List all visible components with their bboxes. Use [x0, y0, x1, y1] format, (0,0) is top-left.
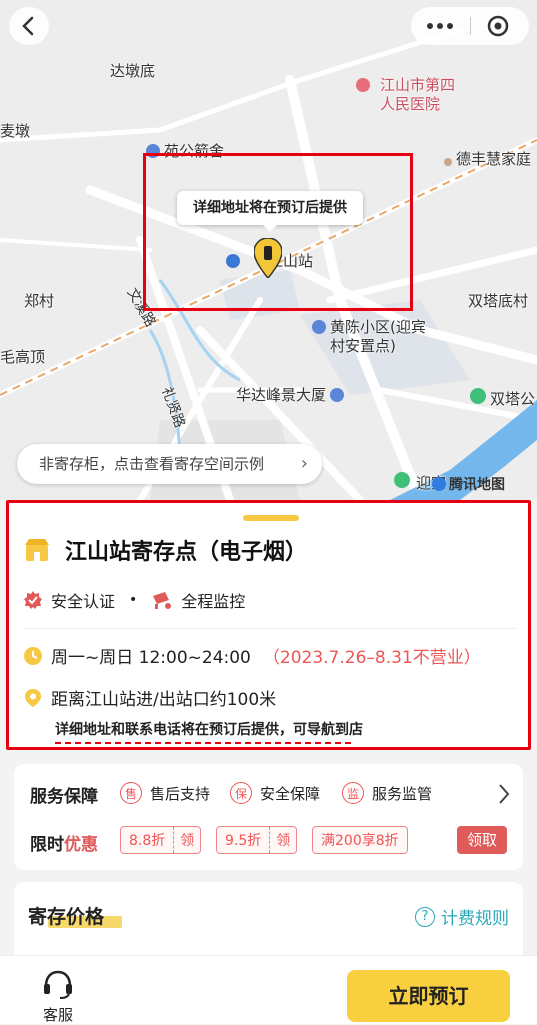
hospital-label: 江山市第四 人民医院	[356, 76, 455, 113]
camera-icon	[153, 592, 172, 609]
building-icon	[330, 388, 345, 402]
service-label: 服务保障	[30, 787, 98, 807]
back-button[interactable]	[9, 7, 49, 45]
address-note: 详细地址和联系电话将在预订后提供，可导航到店	[55, 722, 363, 738]
map-label: 毛高顶	[0, 348, 46, 366]
coupon[interactable]: 9.5折领	[216, 826, 298, 854]
highlight-box	[143, 153, 413, 311]
hospital-icon	[356, 78, 370, 92]
location-icon	[25, 688, 41, 707]
miniprogram-capsule	[411, 7, 529, 45]
book-now-button[interactable]: 立即预订	[347, 970, 510, 1022]
close-miniprogram-icon[interactable]	[487, 15, 509, 37]
closed-note: （2023.7.26–8.31不营业）	[262, 648, 481, 668]
chevron-right-icon[interactable]	[497, 782, 511, 806]
service-item: 售售后支持	[120, 782, 210, 804]
coupon[interactable]: 8.8折领	[120, 826, 202, 854]
distance-row: 距离江山站进/出站口约100米	[23, 685, 276, 710]
customer-service-label: 客服	[42, 1006, 73, 1024]
store-info-card: 江山站寄存点（电子烟） 安全认证 • 全程监控 周一~周日 12:00~24:0…	[6, 500, 531, 750]
map-label: 德丰慧家庭	[444, 148, 531, 169]
building-icon	[312, 320, 326, 334]
fee-rules-link[interactable]: ? 计费规则	[415, 904, 509, 929]
distance-text: 距离江山站进/出站口约100米	[51, 690, 277, 710]
map-label: 达墩底	[110, 62, 156, 80]
map-label: 郑村	[24, 292, 55, 310]
cabinet-example-link[interactable]: 非寄存柜，点击查看寄存空间示例 ›	[17, 444, 322, 484]
chevron-left-icon	[22, 16, 34, 36]
store-badges: 安全认证 • 全程监控	[23, 588, 245, 612]
hours-row: 周一~周日 12:00~24:00 （2023.7.26–8.31不营业）	[23, 643, 481, 668]
price-title: 寄存价格	[28, 906, 105, 928]
map-label: 双塔底村	[468, 292, 529, 310]
hours-text: 周一~周日 12:00~24:00	[51, 648, 251, 668]
help-icon: ?	[415, 906, 435, 927]
store-title: 江山站寄存点（电子烟）	[65, 540, 308, 565]
capsule-divider	[470, 17, 471, 35]
divider	[23, 628, 516, 629]
tencent-map-logo-icon	[432, 477, 446, 491]
store-icon	[25, 539, 49, 561]
aftersale-icon: 售	[120, 782, 142, 804]
drag-handle[interactable]	[243, 515, 299, 521]
badge-monitor-label: 全程监控	[181, 592, 246, 611]
service-card: 服务保障 售售后支持 保安全保障 监服务监管 限时优惠 8.8折领 9.5折领 …	[14, 764, 523, 870]
badge-separator: •	[129, 592, 138, 608]
service-item: 保安全保障	[230, 782, 320, 804]
supervise-icon: 监	[342, 782, 364, 804]
clock-icon	[24, 646, 42, 665]
shield-icon: 保	[230, 782, 252, 804]
verified-icon	[24, 591, 42, 609]
chevron-right-icon: ›	[300, 453, 308, 474]
more-icon[interactable]	[425, 20, 455, 32]
map-label: 华达峰景大厦	[236, 384, 348, 405]
bottom-bar: 客服 立即预订	[0, 955, 537, 1024]
badge-safe-label: 安全认证	[51, 592, 116, 611]
map-view[interactable]: 达墩底 江山市第四 人民医院 麦墩 苑公箭舍 德丰慧家庭 江山站 郑村 双塔底村…	[0, 0, 537, 500]
promo-label: 限时优惠	[30, 835, 98, 855]
headset-icon	[44, 970, 72, 999]
claim-button[interactable]: 领取	[457, 826, 507, 854]
cabinet-tip-label: 非寄存柜，点击查看寄存空间示例	[39, 455, 265, 473]
map-attribution: 腾讯地图	[432, 474, 505, 494]
map-label: 双塔公	[490, 390, 536, 408]
poi-icon	[444, 158, 452, 166]
map-label: 黄陈小区(迎宾 村安置点)	[312, 318, 426, 356]
map-label: 麦墩	[0, 122, 31, 140]
service-item: 监服务监管	[342, 782, 432, 804]
customer-service-button[interactable]: 客服	[38, 968, 78, 1025]
coupon[interactable]: 满200享8折	[312, 826, 408, 854]
dashed-underline	[55, 742, 351, 744]
